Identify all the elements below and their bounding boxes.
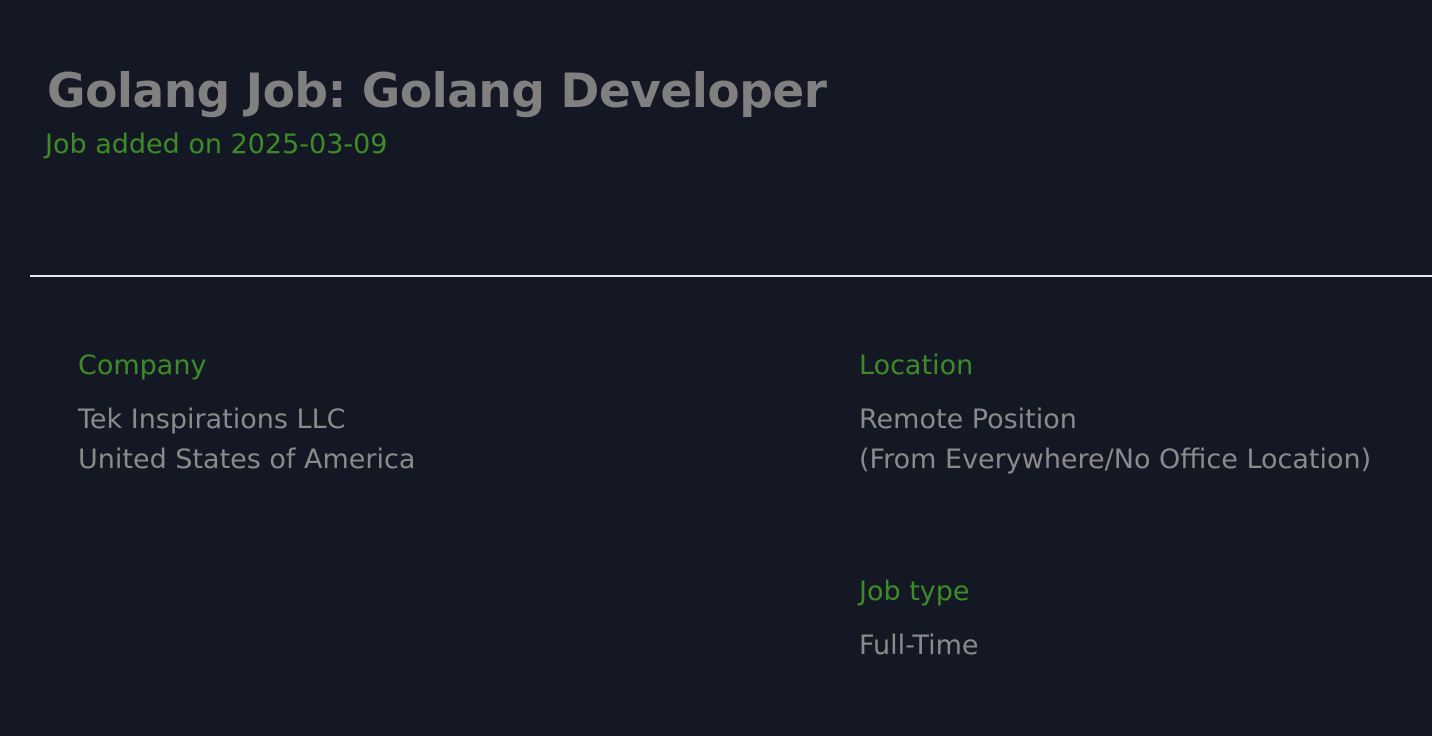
company-name: Tek Inspirations LLC	[78, 404, 346, 435]
page-title: Golang Job: Golang Developer	[47, 64, 827, 119]
company-label: Company	[78, 350, 207, 381]
job-detail-page: Golang Job: Golang Developer Job added o…	[0, 0, 1432, 736]
location-line-2: (From Everywhere/No Office Location)	[859, 444, 1372, 475]
company-country: United States of America	[78, 444, 416, 475]
location-label: Location	[859, 350, 974, 381]
section-divider	[30, 275, 1432, 277]
location-line-1: Remote Position	[859, 404, 1077, 435]
company-value: Tek Inspirations LLC United States of Am…	[78, 400, 415, 480]
job-added-date: Job added on 2025-03-09	[45, 129, 388, 160]
job-type-value: Full-Time	[859, 630, 979, 661]
location-value: Remote Position (From Everywhere/No Offi…	[859, 400, 1371, 480]
job-type-label: Job type	[859, 576, 970, 607]
